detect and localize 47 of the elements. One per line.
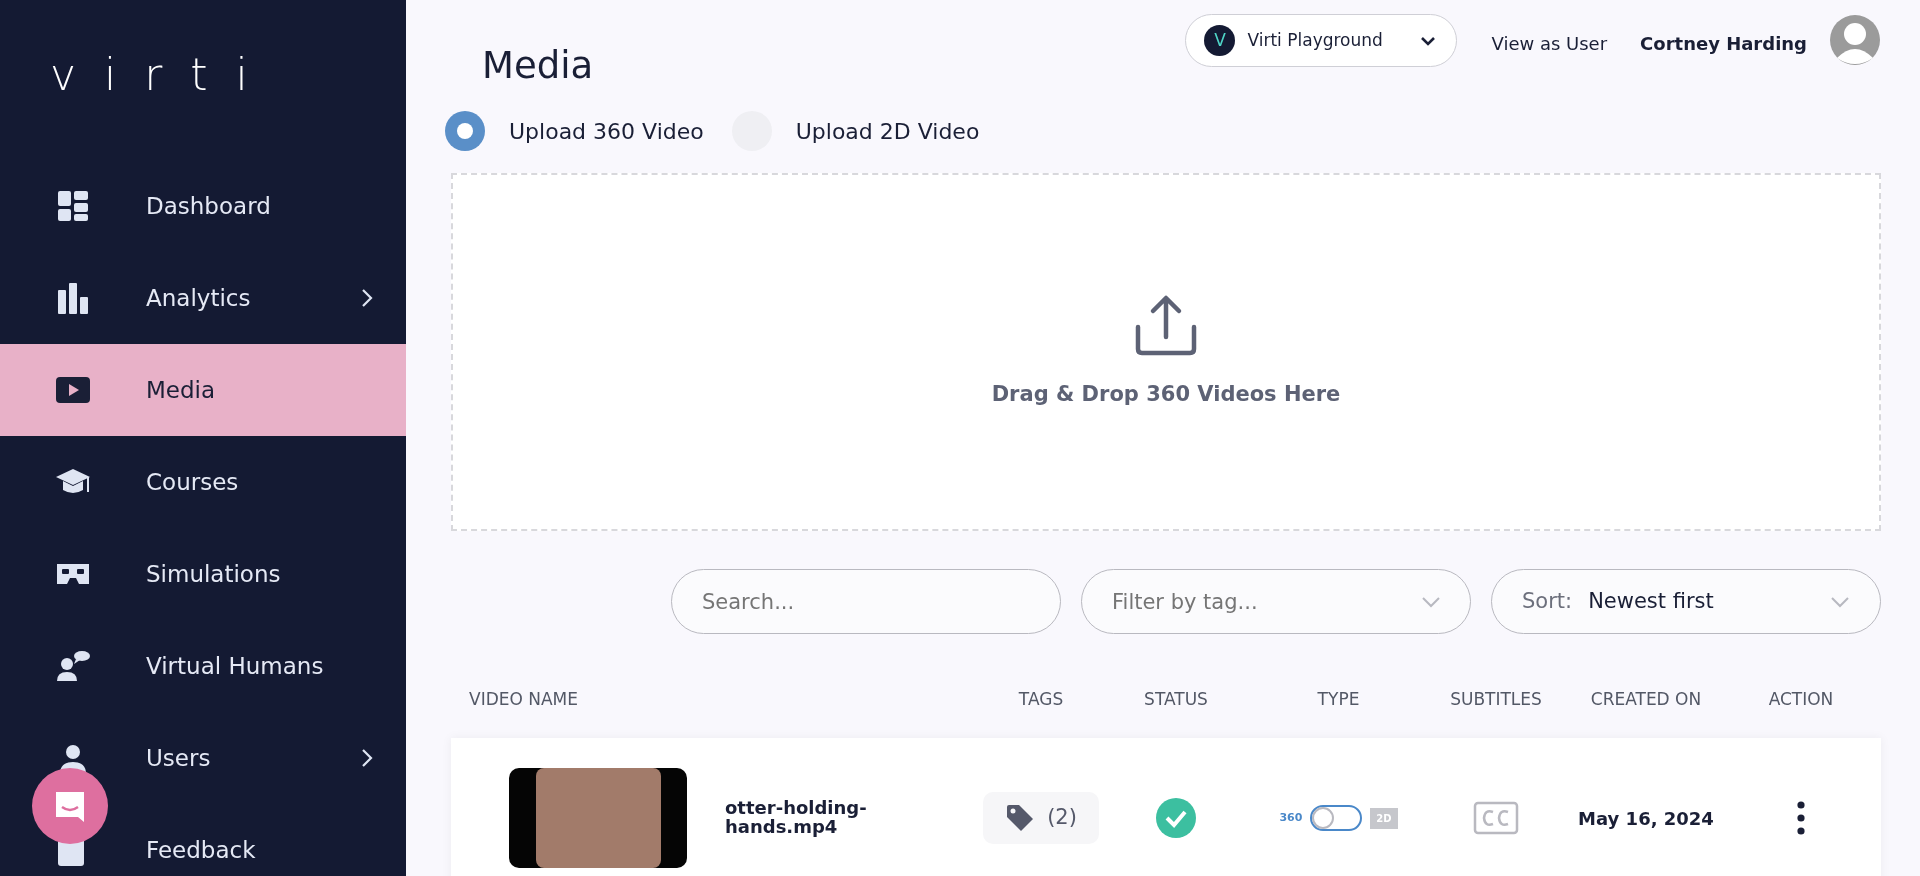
organization-dropdown[interactable]: V Virti Playground	[1185, 14, 1458, 67]
tags-button[interactable]: (2)	[983, 792, 1099, 844]
column-header: TAGS	[1017, 688, 1065, 712]
radio-option[interactable]: Upload 360 Video	[445, 111, 704, 151]
sort-dropdown[interactable]: Sort: Newest first	[1491, 569, 1881, 634]
dropzone-text: Drag & Drop 360 Videos Here	[991, 381, 1341, 409]
column-header: ACTION	[1767, 688, 1835, 712]
user-name: Cortney Harding	[1640, 32, 1807, 56]
organization-logo: V	[1204, 25, 1236, 56]
column-header: SUBTITLES	[1449, 688, 1543, 712]
tag-icon	[1005, 803, 1036, 833]
upload-icon	[1133, 293, 1199, 358]
sort-value: Newest first	[1588, 587, 1715, 615]
column-header: VIDEO NAME	[468, 688, 579, 712]
type-2d-label: 2D	[1370, 807, 1398, 829]
radio-label: Upload 360 Video	[509, 117, 704, 146]
nav-item[interactable]: Dashboard	[0, 160, 406, 252]
column-header: TYPE	[1316, 688, 1361, 712]
radio-option[interactable]: Upload 2D Video	[731, 111, 980, 151]
avatar-icon[interactable]	[1829, 14, 1881, 66]
nav-item[interactable]: Simulations	[0, 528, 406, 620]
chevron-down-icon	[1830, 595, 1850, 608]
upload-dropzone[interactable]: Drag & Drop 360 Videos Here	[451, 173, 1881, 531]
type-360-label: 360	[1279, 809, 1303, 826]
more-options-icon[interactable]	[1796, 800, 1806, 836]
nav-item[interactable]: Virtual Humans	[0, 620, 406, 712]
column-header: CREATED ON	[1589, 688, 1703, 712]
created-date: May 16, 2024	[1578, 806, 1714, 831]
nav-item[interactable]: Media	[0, 344, 406, 436]
nav-item[interactable]: Analytics	[0, 252, 406, 344]
nav-item[interactable]: Courses	[0, 436, 406, 528]
sort-label: Sort:	[1522, 587, 1573, 615]
view-as-user-link[interactable]: View as User	[1491, 30, 1608, 57]
search-field[interactable]: Search...	[671, 569, 1061, 634]
person-chat-icon	[54, 648, 92, 684]
chevron-down-icon	[1420, 35, 1437, 46]
type-toggle[interactable]	[1310, 805, 1363, 831]
video-name: otter-holding-hands.mp4	[725, 799, 868, 837]
page-title: Media	[482, 43, 594, 89]
video-thumbnail[interactable]	[509, 768, 687, 868]
subtitles-icon[interactable]	[1473, 801, 1519, 835]
logo: virti	[49, 48, 277, 102]
tag-filter-field[interactable]: Filter by tag...	[1081, 569, 1471, 634]
chevron-down-icon	[1421, 596, 1441, 608]
radio-label: Upload 2D Video	[795, 117, 980, 146]
column-header: STATUS	[1143, 688, 1209, 712]
radio-button[interactable]	[445, 111, 485, 151]
